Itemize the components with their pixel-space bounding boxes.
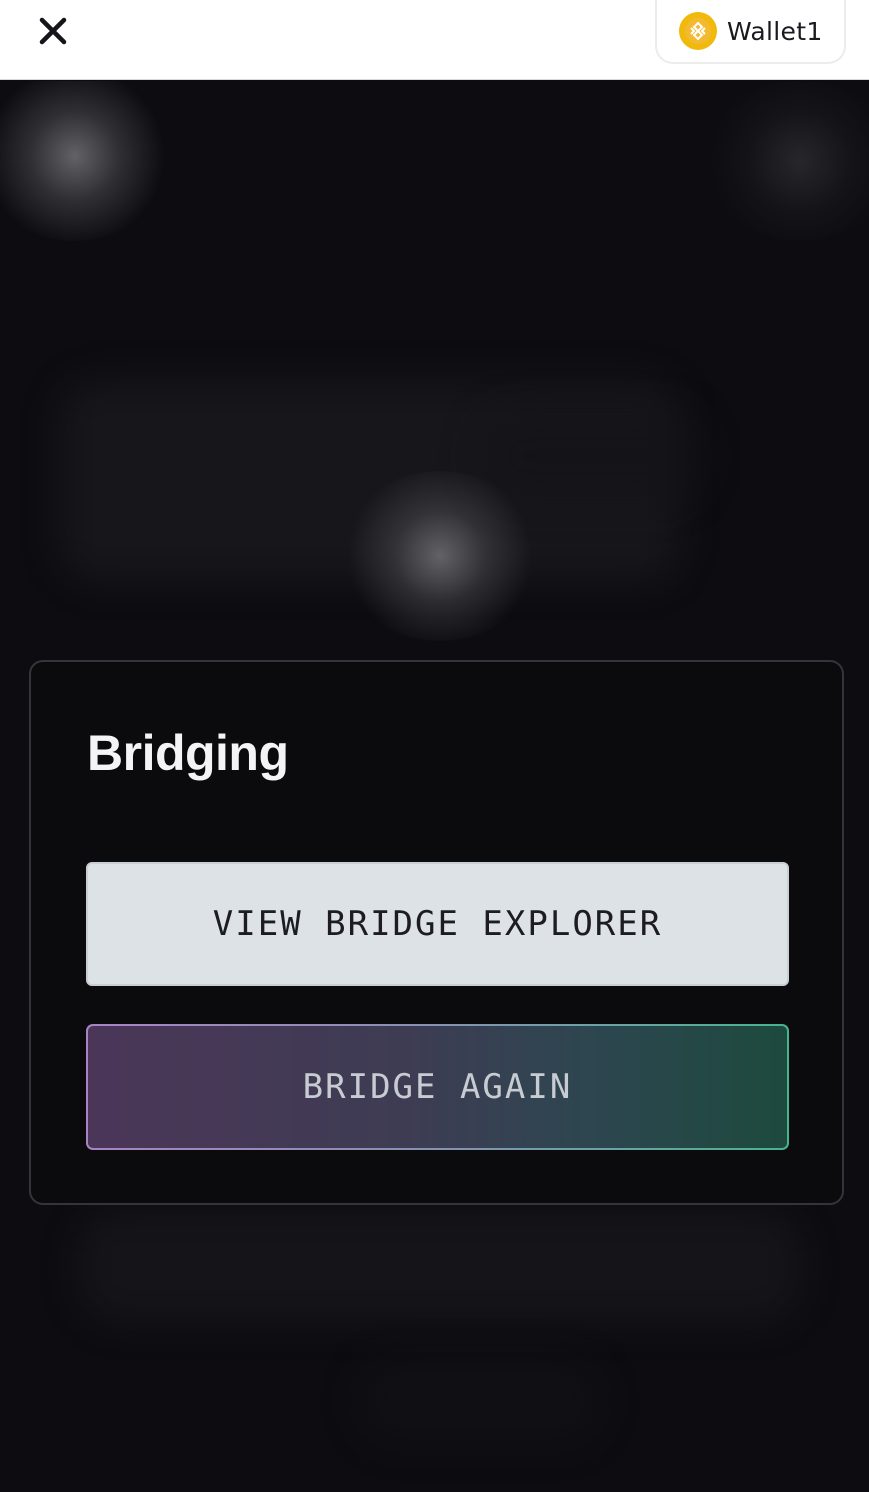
bridging-dialog: Bridging VIEW BRIDGE EXPLORER BRIDGE AGA…	[29, 660, 844, 1205]
close-button[interactable]	[30, 8, 76, 54]
blurred-light	[700, 81, 869, 241]
bridge-again-button[interactable]: BRIDGE AGAIN	[86, 1024, 789, 1150]
blurred-panel	[360, 1361, 600, 1441]
wallet-button[interactable]: Wallet1	[655, 0, 846, 64]
bnb-coin-icon	[679, 12, 717, 50]
top-bar: Wallet1	[0, 0, 869, 80]
blurred-light	[0, 81, 170, 241]
close-icon	[39, 17, 67, 45]
view-bridge-explorer-button[interactable]: VIEW BRIDGE EXPLORER	[86, 862, 789, 986]
blurred-panel	[480, 411, 700, 501]
dialog-title: Bridging	[87, 725, 289, 781]
bridge-again-label: BRIDGE AGAIN	[88, 1026, 787, 1148]
blurred-panel	[80, 1211, 800, 1321]
wallet-label: Wallet1	[727, 16, 823, 46]
